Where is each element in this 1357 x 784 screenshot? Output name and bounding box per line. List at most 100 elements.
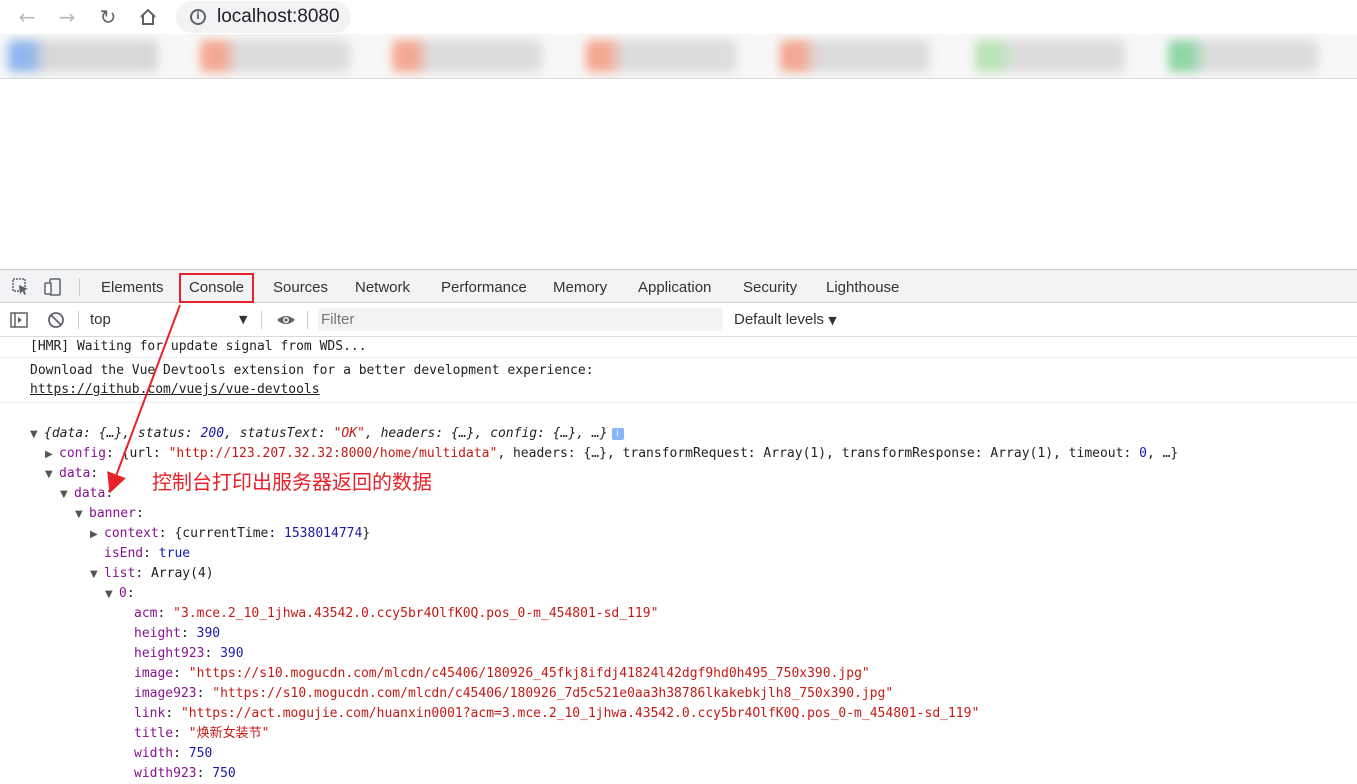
tab-application[interactable]: Application xyxy=(638,270,711,303)
colon: : xyxy=(196,766,213,781)
divider xyxy=(79,278,80,296)
eye-icon[interactable] xyxy=(276,311,296,329)
colon: : xyxy=(126,586,135,601)
object-preview: } xyxy=(362,526,371,541)
bookmark-item[interactable] xyxy=(8,40,158,72)
property-key: isEnd xyxy=(104,546,144,561)
expanded-triangle-icon[interactable]: ▼ xyxy=(90,565,104,585)
property-key: config xyxy=(59,446,106,461)
tab-performance[interactable]: Performance xyxy=(441,270,527,303)
back-arrow-icon[interactable]: ← xyxy=(14,4,40,30)
bookmark-item[interactable] xyxy=(1168,40,1318,72)
data-row[interactable]: ▼ data: xyxy=(45,464,98,484)
vue-devtools-message: Download the Vue Devtools extension for … xyxy=(30,363,594,378)
filter-input[interactable] xyxy=(318,308,723,331)
object-preview: : {currentTime: xyxy=(158,526,285,541)
property-key: banner xyxy=(89,506,136,521)
property-value: "https://s10.mogucdn.com/mlcdn/c45406/18… xyxy=(188,666,870,681)
console-message: Download the Vue Devtools extension for … xyxy=(0,358,1357,403)
vue-devtools-link[interactable]: https://github.com/vuejs/vue-devtools xyxy=(30,380,320,398)
home-icon[interactable] xyxy=(135,4,161,30)
banner-row[interactable]: ▼ banner: xyxy=(75,504,144,524)
response-object-row[interactable]: ▼ {data: {…}, status: 200, statusText: "O… xyxy=(30,424,624,444)
dropdown-arrow-icon[interactable]: ▼ xyxy=(239,313,247,326)
annotation-label: 控制台打印出服务器返回的数据 xyxy=(152,470,432,494)
property-value: "3.mce.2_10_1jhwa.43542.0.ccy5br4OlfK0Q.… xyxy=(173,606,659,621)
expanded-triangle-icon[interactable]: ▼ xyxy=(45,465,59,485)
device-toolbar-icon[interactable] xyxy=(44,278,62,296)
property-value: 390 xyxy=(220,646,244,661)
expanded-triangle-icon[interactable]: ▼ xyxy=(75,505,89,525)
console-message: [HMR] Waiting for update signal from WDS… xyxy=(0,337,1357,358)
tab-lighthouse[interactable]: Lighthouse xyxy=(826,270,899,303)
clear-console-icon[interactable] xyxy=(47,311,65,329)
colon: : xyxy=(180,626,197,641)
property-value: 390 xyxy=(196,626,221,641)
context-row[interactable]: ▶ context: {currentTime: 1538014774} xyxy=(90,524,370,544)
isend-row: isEnd: true xyxy=(104,544,190,564)
item-row[interactable]: ▼ 0: xyxy=(105,584,135,604)
statustext-value: "OK" xyxy=(333,426,365,441)
collapsed-triangle-icon[interactable]: ▶ xyxy=(90,525,104,545)
expanded-triangle-icon[interactable]: ▼ xyxy=(30,425,44,445)
console-toolbar: top ▼ Default levels ▼ xyxy=(0,303,1357,337)
divider xyxy=(78,311,79,329)
colon: : xyxy=(204,646,221,661)
reload-icon[interactable]: ↻ xyxy=(95,4,121,30)
property-value: 750 xyxy=(212,766,236,781)
address-bar[interactable]: i localhost:8080 xyxy=(176,1,351,33)
object-preview: , …} xyxy=(1146,446,1179,461)
tab-sources[interactable]: Sources xyxy=(273,270,328,303)
property-value: "https://s10.mogucdn.com/mlcdn/c45406/18… xyxy=(212,686,894,701)
config-row[interactable]: ▶ config: {url: "http://123.207.32.32:800… xyxy=(45,444,1178,464)
hmr-message: [HMR] Waiting for update signal from WDS… xyxy=(30,339,367,354)
tab-elements[interactable]: Elements xyxy=(101,270,164,303)
sidebar-toggle-icon[interactable] xyxy=(10,311,28,329)
expanded-triangle-icon[interactable]: ▼ xyxy=(105,585,119,605)
colon: : xyxy=(173,746,189,761)
property-key: width xyxy=(134,746,174,761)
context-selector[interactable]: top xyxy=(90,311,111,328)
colon: : xyxy=(90,466,99,481)
inner-data-row[interactable]: ▼ data: xyxy=(60,484,113,504)
colon: : xyxy=(143,546,159,561)
bookmark-item[interactable] xyxy=(392,40,542,72)
property-key: image923 xyxy=(134,686,197,701)
property-key: list xyxy=(104,566,136,581)
expanded-triangle-icon[interactable]: ▼ xyxy=(60,485,74,505)
field-row: width923: 750 xyxy=(134,764,236,784)
tab-network[interactable]: Network xyxy=(355,270,410,303)
property-key: height923 xyxy=(134,646,205,661)
bookmark-item[interactable] xyxy=(586,40,736,72)
console-output: [HMR] Waiting for update signal from WDS… xyxy=(0,337,1357,781)
info-badge-icon[interactable]: i xyxy=(611,427,624,440)
object-preview: : {url: xyxy=(105,446,169,461)
field-row: acm: "3.mce.2_10_1jhwa.43542.0.ccy5br4Ol… xyxy=(134,604,658,624)
info-icon[interactable]: i xyxy=(190,9,206,25)
property-key: title xyxy=(134,726,174,741)
highlight-box xyxy=(179,273,254,303)
currenttime-value: 1538014774 xyxy=(284,526,363,541)
property-key: acm xyxy=(134,606,158,621)
field-row: height923: 390 xyxy=(134,644,244,664)
bookmark-item[interactable] xyxy=(975,40,1125,72)
property-key: 0 xyxy=(119,586,127,601)
bookmark-item[interactable] xyxy=(780,40,930,72)
property-key: data xyxy=(59,466,91,481)
levels-label: Default levels xyxy=(734,311,825,328)
levels-dropdown[interactable]: Default levels ▼ xyxy=(734,311,837,328)
bookmark-item[interactable] xyxy=(200,40,350,72)
property-value: "焕新女装节" xyxy=(188,726,270,741)
tab-memory[interactable]: Memory xyxy=(553,270,607,303)
property-key: data xyxy=(74,486,106,501)
browser-toolbar: ← → ↻ i localhost:8080 xyxy=(0,0,1357,34)
inspect-element-icon[interactable] xyxy=(12,278,30,296)
forward-arrow-icon[interactable]: → xyxy=(54,4,80,30)
object-preview: , headers: {…}, config: {…}, …} xyxy=(364,426,608,441)
tab-security[interactable]: Security xyxy=(743,270,797,303)
collapsed-triangle-icon[interactable]: ▶ xyxy=(45,445,59,465)
field-row: width: 750 xyxy=(134,744,212,764)
list-row[interactable]: ▼ list: Array(4) xyxy=(90,564,214,584)
object-preview: , headers: {…}, transformRequest: Array(… xyxy=(497,446,1140,461)
property-value: 750 xyxy=(188,746,213,761)
